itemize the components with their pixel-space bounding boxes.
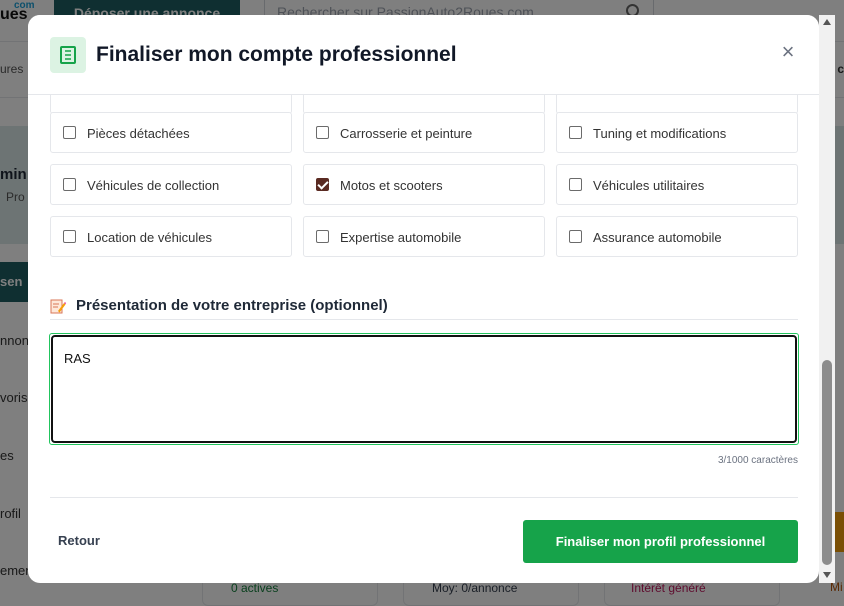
character-counter: 3/1000 caractères [717, 455, 798, 466]
checkbox[interactable] [316, 230, 329, 243]
checkbox[interactable] [569, 230, 582, 243]
option-assurance-automobile[interactable]: Assurance automobile [556, 216, 798, 257]
finalize-profile-button[interactable]: Finaliser mon profil professionnel [523, 520, 798, 563]
presentation-textarea[interactable]: RAS [51, 335, 797, 443]
option-location-vehicules[interactable]: Location de véhicules [50, 216, 292, 257]
presentation-textarea-focus-ring: RAS [49, 333, 799, 445]
option-vehicules-utilitaires[interactable]: Véhicules utilitaires [556, 164, 798, 205]
close-icon[interactable]: × [778, 41, 798, 63]
checkbox[interactable] [63, 230, 76, 243]
building-icon [50, 37, 86, 73]
scroll-down-arrow-icon[interactable] [823, 572, 831, 578]
checkbox[interactable] [63, 126, 76, 139]
checkbox[interactable] [569, 178, 582, 191]
page-scrollbar[interactable] [819, 15, 835, 583]
section-divider [50, 319, 798, 320]
checkbox[interactable] [63, 178, 76, 191]
modal-content: Pièces détachées Carrosserie et peinture… [28, 73, 819, 497]
option-vehicules-collection[interactable]: Véhicules de collection [50, 164, 292, 205]
option-carrosserie-peinture[interactable]: Carrosserie et peinture [303, 112, 545, 153]
finalize-account-modal: Finaliser mon compte professionnel × Piè… [28, 15, 819, 583]
option-motos-scooters[interactable]: Motos et scooters [303, 164, 545, 205]
checkbox[interactable] [316, 126, 329, 139]
modal-title: Finaliser mon compte professionnel [96, 43, 457, 66]
modal-header: Finaliser mon compte professionnel × [28, 15, 819, 95]
checkbox[interactable] [569, 126, 582, 139]
memo-pencil-icon [50, 298, 66, 314]
option-tuning-modifications[interactable]: Tuning et modifications [556, 112, 798, 153]
option-expertise-automobile[interactable]: Expertise automobile [303, 216, 545, 257]
back-button[interactable]: Retour [58, 533, 100, 548]
footer-divider [50, 497, 798, 498]
option-pieces-detachees[interactable]: Pièces détachées [50, 112, 292, 153]
scroll-up-arrow-icon[interactable] [823, 19, 831, 25]
checkbox-checked[interactable] [316, 178, 329, 191]
scrollbar-thumb[interactable] [822, 360, 832, 565]
